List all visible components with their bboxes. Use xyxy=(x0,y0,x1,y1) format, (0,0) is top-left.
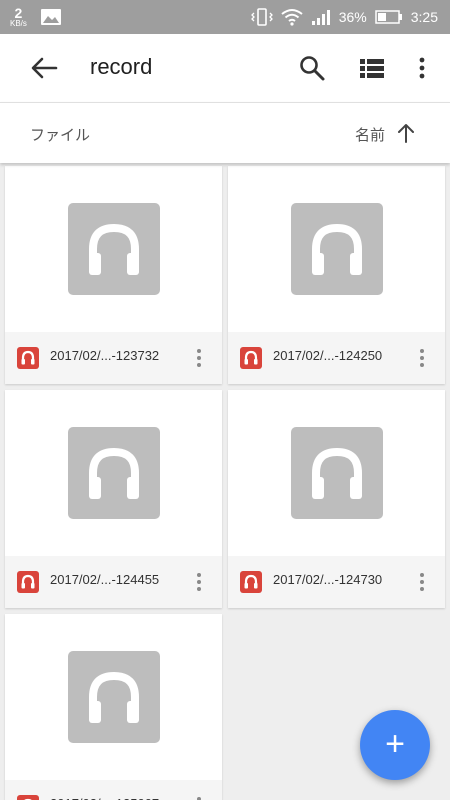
file-info-bar: 2017/02/...-124730 xyxy=(228,556,445,608)
file-card[interactable]: 2017/02/...-124730 xyxy=(228,390,445,608)
add-button[interactable]: + xyxy=(360,710,430,780)
audio-file-icon xyxy=(240,571,262,593)
file-info-bar: 2017/02/...-124455 xyxy=(5,556,222,608)
file-name: 2017/02/...-124730 xyxy=(273,572,383,587)
sort-arrow-up-icon[interactable] xyxy=(396,122,416,144)
network-speed: 2 KB/s xyxy=(10,6,27,28)
headphones-icon xyxy=(312,223,362,275)
file-info-bar: 2017/02/...-123732 xyxy=(5,332,222,384)
file-card[interactable]: 2017/02/...-124250 xyxy=(228,166,445,384)
headphones-icon xyxy=(89,447,139,499)
headphones-icon xyxy=(312,447,362,499)
back-arrow-icon[interactable] xyxy=(28,54,60,82)
audio-file-icon xyxy=(17,571,39,593)
file-grid: 2017/02/...-123732 2017/02/...-124250 2017… xyxy=(0,162,450,800)
battery-percent: 36% xyxy=(338,9,367,25)
audio-file-icon xyxy=(240,347,262,369)
headphones-icon xyxy=(89,671,139,723)
image-notification-icon xyxy=(40,9,61,25)
status-left: 2 KB/s xyxy=(10,3,61,31)
sort-by-name-button[interactable]: 名前 xyxy=(355,124,385,145)
audio-file-icon xyxy=(17,347,39,369)
file-thumbnail[interactable] xyxy=(5,390,222,556)
headphones-icon xyxy=(89,223,139,275)
page-title: record xyxy=(90,54,153,79)
file-info-bar: 2017/02/...-124250 xyxy=(228,332,445,384)
clock: 3:25 xyxy=(410,9,438,25)
audio-thumbnail xyxy=(68,427,160,519)
more-vert-icon[interactable] xyxy=(195,794,203,800)
file-thumbnail[interactable] xyxy=(5,614,222,780)
more-vert-icon[interactable] xyxy=(418,570,426,594)
file-thumbnail[interactable] xyxy=(228,390,445,556)
search-icon[interactable] xyxy=(298,54,326,82)
more-vert-icon[interactable] xyxy=(195,570,203,594)
list-view-icon[interactable] xyxy=(358,54,386,82)
wifi-icon xyxy=(281,9,303,26)
file-name: 2017/02/...-123732 xyxy=(50,348,160,363)
battery-icon xyxy=(375,10,402,24)
audio-thumbnail xyxy=(68,203,160,295)
vibrate-icon xyxy=(250,8,273,26)
sort-header: ファイル 名前 xyxy=(0,102,450,163)
more-vert-icon[interactable] xyxy=(195,346,203,370)
section-label: ファイル xyxy=(30,127,91,144)
audio-thumbnail xyxy=(68,651,160,743)
status-right: 36% 3:25 xyxy=(250,0,438,34)
audio-file-icon xyxy=(17,795,39,800)
file-name: 2017/02/...-124455 xyxy=(50,572,160,587)
file-thumbnail[interactable] xyxy=(5,166,222,332)
file-card[interactable]: 2017/02/...-123732 xyxy=(5,166,222,384)
file-name: 2017/02/...-125007 xyxy=(50,796,159,800)
file-info-bar: 2017/02/...-125007 xyxy=(5,780,222,800)
network-speed-unit: KB/s xyxy=(10,19,27,28)
more-vert-icon[interactable] xyxy=(418,346,426,370)
signal-icon xyxy=(311,10,330,25)
file-card[interactable]: 2017/02/...-125007 xyxy=(5,614,222,800)
file-name: 2017/02/...-124250 xyxy=(273,348,383,363)
audio-thumbnail xyxy=(291,427,383,519)
app-bar: record xyxy=(0,34,450,102)
status-bar: 2 KB/s 36% 3:25 xyxy=(0,0,450,34)
network-speed-value: 2 xyxy=(14,5,23,21)
audio-thumbnail xyxy=(291,203,383,295)
more-vert-icon[interactable] xyxy=(408,54,436,82)
file-card[interactable]: 2017/02/...-124455 xyxy=(5,390,222,608)
file-thumbnail[interactable] xyxy=(228,166,445,332)
